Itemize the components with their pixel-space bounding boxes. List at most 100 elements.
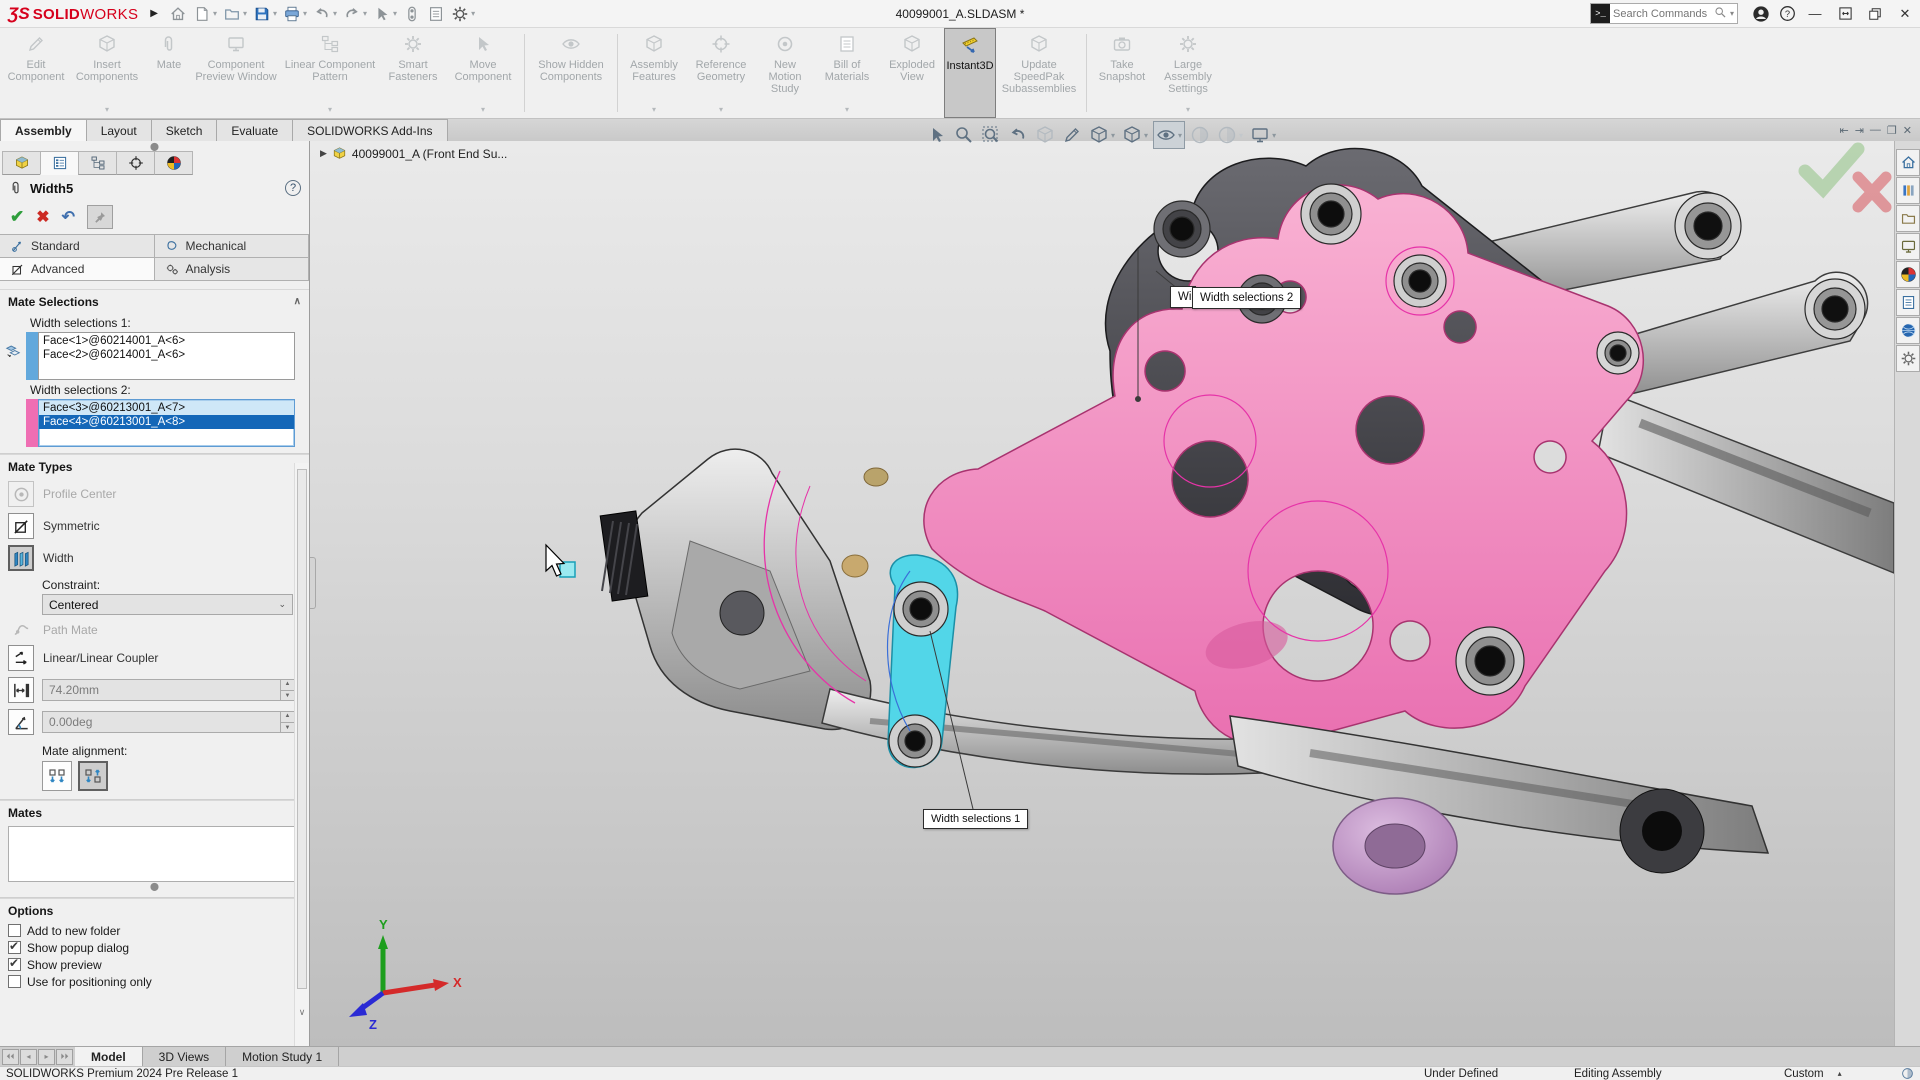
tab-advanced[interactable]: Advanced [0, 257, 155, 281]
previous-view-icon[interactable] [1006, 121, 1030, 149]
mate-selections-header[interactable]: Mate Selections ∧ [0, 289, 309, 313]
resize-icon[interactable] [1830, 1, 1860, 27]
instant3d-button[interactable]: Instant3D [944, 28, 996, 118]
component-preview-window-button[interactable]: Component Preview Window [192, 28, 280, 118]
user-account-icon[interactable] [1748, 1, 1774, 27]
aligned-button[interactable] [42, 761, 72, 791]
view-settings-monitor-icon[interactable]: ▾ [1248, 121, 1278, 149]
new-document-icon[interactable]: ▾ [191, 2, 219, 26]
linear-coupler-row[interactable]: Linear/Linear Coupler [0, 642, 309, 674]
dimxpert-tab[interactable] [116, 151, 155, 175]
scene-ball-icon[interactable]: ▾ [1215, 121, 1245, 149]
tab-layout[interactable]: Layout [86, 119, 152, 141]
search-dropdown-icon[interactable]: ▾ [1727, 9, 1737, 18]
undock-pane-icon[interactable]: ⇥ [1855, 124, 1864, 137]
close-icon[interactable]: ✕ [1890, 1, 1920, 27]
tab-motion-study-1[interactable]: Motion Study 1 [226, 1047, 339, 1066]
scroll-down-icon[interactable]: ∨ [295, 1007, 309, 1018]
collapse-chevron-icon[interactable]: ∧ [294, 296, 301, 307]
option-show-preview[interactable]: Show preview [0, 956, 309, 973]
display-manager-tab[interactable] [154, 151, 193, 175]
tab-3d-views[interactable]: 3D Views [143, 1047, 226, 1066]
angle-spinner[interactable]: ▲▼ [280, 711, 294, 733]
menu-expand-arrow[interactable]: ▶ [150, 8, 158, 19]
ok-check-button[interactable]: ✔ [10, 207, 24, 227]
bill-of-materials-button[interactable]: Bill of Materials▾ [814, 28, 880, 118]
selection-item-selected[interactable]: Face<4>@60213001_A<8> [39, 415, 294, 429]
print-icon[interactable]: ▾ [281, 2, 309, 26]
undo-icon[interactable]: ▾ [311, 2, 339, 26]
options-gear-icon[interactable]: ▾ [449, 2, 477, 26]
mates-listbox[interactable] [8, 826, 301, 882]
options-header[interactable]: Options ∧ [0, 898, 309, 922]
pin-button[interactable] [87, 205, 113, 229]
assembly-features-button[interactable]: Assembly Features▾ [622, 28, 686, 118]
cancel-x-button[interactable]: ✖ [36, 207, 49, 227]
feature-tree-tab[interactable] [2, 151, 41, 175]
mates-splitter-grip[interactable]: ⬤ [0, 882, 309, 891]
zoom-to-fit-icon[interactable] [925, 121, 949, 149]
reference-geometry-button[interactable]: Reference Geometry▾ [686, 28, 756, 118]
smart-fasteners-button[interactable]: Smart Fasteners [380, 28, 446, 118]
appearances-ball-icon[interactable] [1188, 121, 1212, 149]
tab-model[interactable]: Model [75, 1047, 143, 1066]
minimize-icon[interactable]: — [1800, 1, 1830, 27]
move-component-button[interactable]: Move Component▾ [446, 28, 520, 118]
restore-icon[interactable] [1860, 1, 1890, 27]
doc-restore-icon[interactable]: ❐ [1887, 124, 1897, 137]
save-icon[interactable]: ▾ [251, 2, 279, 26]
new-motion-study-button[interactable]: New Motion Study [756, 28, 814, 118]
prev-tab-icon[interactable]: ◂ [20, 1049, 37, 1065]
help-icon[interactable]: ? [285, 180, 301, 196]
edit-appearance-pen-icon[interactable] [1060, 121, 1084, 149]
tab-sketch[interactable]: Sketch [151, 119, 218, 141]
show-hidden-components-button[interactable]: Show Hidden Components [529, 28, 613, 118]
path-mate-row[interactable]: Path Mate [0, 617, 309, 642]
cancel-x-icon[interactable] [1858, 177, 1886, 207]
insert-components-button[interactable]: Insert Components▾ [68, 28, 146, 118]
select-cursor-icon[interactable]: ▾ [371, 2, 399, 26]
tab-solidworks-add-ins[interactable]: SOLIDWORKS Add-Ins [292, 119, 447, 141]
open-icon[interactable]: ▾ [221, 2, 249, 26]
doc-close-icon[interactable]: ✕ [1903, 124, 1912, 137]
search-commands-box[interactable]: >_ ▾ [1590, 3, 1738, 24]
symmetric-row[interactable]: Symmetric [0, 510, 309, 542]
property-manager-tab[interactable] [40, 151, 79, 175]
width-mate-row[interactable]: Width [0, 542, 309, 574]
selection-item[interactable]: Face<1>@60214001_A<6> [39, 334, 294, 348]
file-explorer-icon[interactable] [1896, 205, 1920, 232]
assembly-model[interactable]: Y X Z [310, 141, 1894, 1046]
lower-right-arm[interactable] [1230, 716, 1768, 894]
last-tab-icon[interactable]: ⏵⏵ [56, 1049, 73, 1065]
width-selections-1-listbox[interactable]: Face<1>@60214001_A<6> Face<2>@60214001_A… [38, 332, 295, 380]
redo-icon[interactable]: ▾ [341, 2, 369, 26]
help-icon[interactable]: ? [1774, 1, 1800, 27]
confirm-check-icon[interactable] [1805, 149, 1858, 189]
left-bracket[interactable] [600, 449, 888, 729]
mate-button[interactable]: Mate [146, 28, 192, 118]
custom-properties-icon[interactable] [1896, 289, 1920, 316]
panel-splitter-grip[interactable]: ⬤ [0, 141, 309, 151]
option-add-to-new-folder[interactable]: Add to new folder [0, 922, 309, 939]
checkbox[interactable] [8, 941, 21, 954]
angle-field[interactable]: 0.00deg ▲▼ [42, 711, 295, 733]
settings-doc-icon[interactable] [1896, 345, 1920, 372]
mate-types-header[interactable]: Mate Types ∧ [0, 454, 309, 478]
anti-aligned-button[interactable] [78, 761, 108, 791]
hide-show-items-eye-icon[interactable]: ▾ [1153, 121, 1185, 149]
graphics-viewport[interactable]: Y X Z ▶ 40099001_A (Front End Su... Wi [310, 141, 1894, 1046]
search-input[interactable] [1610, 8, 1714, 20]
first-tab-icon[interactable]: ⏴⏴ [2, 1049, 19, 1065]
tab-analysis[interactable]: Analysis [154, 257, 310, 281]
display-style-cube-icon[interactable]: ▾ [1120, 121, 1150, 149]
distance-field[interactable]: 74.20mm ▲▼ [42, 679, 295, 701]
checkbox[interactable] [8, 975, 21, 988]
distance-spinner[interactable]: ▲▼ [280, 679, 294, 701]
tab-mechanical[interactable]: Mechanical [154, 234, 310, 258]
view-palette-icon[interactable] [1896, 233, 1920, 260]
section-view-icon[interactable] [1033, 121, 1057, 149]
take-snapshot-button[interactable]: Take Snapshot [1091, 28, 1153, 118]
selection-item[interactable]: Face<2>@60214001_A<6> [39, 348, 294, 362]
rebuild-icon[interactable] [401, 2, 423, 26]
dock-pane-icon[interactable]: ⇤ [1839, 124, 1848, 137]
